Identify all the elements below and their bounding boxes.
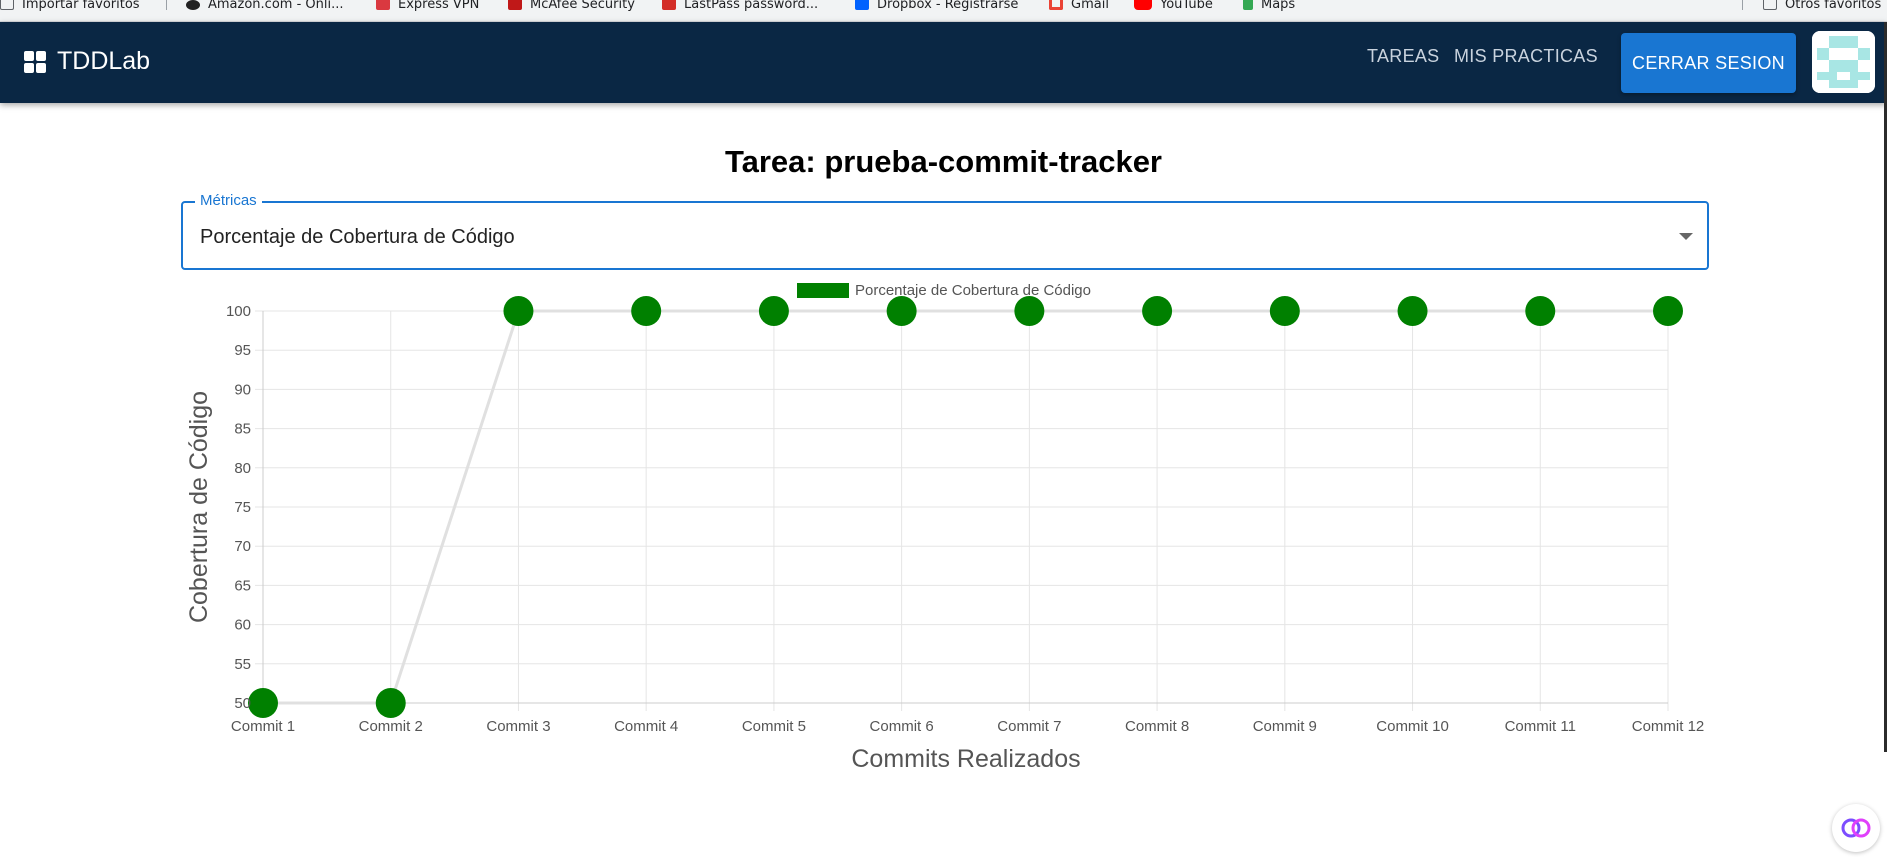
- x-tick-label: Commit 1: [231, 718, 295, 735]
- bookmark-label: Express VPN: [398, 0, 480, 12]
- gmail-icon: [1049, 0, 1063, 10]
- x-tick-label: Commit 9: [1253, 718, 1317, 735]
- bookmark-label: YouTube: [1160, 0, 1213, 12]
- y-axis-title: Cobertura de Código: [185, 391, 213, 623]
- expressvpn-icon: [376, 0, 390, 10]
- x-tick-label: Commit 3: [486, 718, 550, 735]
- x-tick-label: Commit 2: [359, 718, 423, 735]
- coverage-line-chart: 50 55 60 65 70 75 80 85 90 95 100 Commit 1 Commit 2…: [185, 282, 1704, 773]
- brand-name[interactable]: TDDLab: [57, 47, 150, 76]
- x-tick-label: Commit 5: [742, 718, 806, 735]
- identicon-icon: [1812, 31, 1875, 93]
- bookmark-import[interactable]: Importar favoritos: [0, 0, 140, 21]
- data-point: [1014, 296, 1045, 326]
- metrics-select[interactable]: Métricas Porcentaje de Cobertura de Códi…: [181, 192, 1709, 270]
- bookmark-mcafee[interactable]: McAfee Security: [508, 0, 635, 21]
- caret-down-icon[interactable]: [1679, 233, 1693, 240]
- metrics-select-label: Métricas: [195, 192, 262, 209]
- logout-button[interactable]: CERRAR SESION: [1621, 33, 1796, 93]
- y-tick-label: 55: [234, 656, 251, 673]
- bookmark-youtube[interactable]: YouTube: [1134, 0, 1213, 21]
- y-tick-label: 95: [234, 342, 251, 359]
- youtube-icon: [1134, 0, 1152, 10]
- data-point: [375, 688, 406, 718]
- bookmark-label: McAfee Security: [530, 0, 635, 12]
- bookmarks-bar: Importar favoritos Amazon.com - Onli... …: [0, 0, 1887, 22]
- y-tick-label: 60: [234, 617, 251, 634]
- y-tick-label: 90: [234, 381, 251, 398]
- data-point: [1653, 296, 1683, 326]
- amazon-icon: [186, 0, 200, 10]
- nav-mis-practicas[interactable]: MIS PRACTICAS: [1454, 46, 1598, 67]
- bookmarks-separator: [166, 0, 167, 10]
- y-tick-label: 100: [226, 303, 251, 320]
- bookmark-label: Gmail: [1071, 0, 1109, 12]
- bookmark-label: Dropbox - Registrarse: [877, 0, 1019, 12]
- x-tick-label: Commit 7: [997, 718, 1061, 735]
- brain-icon: [1841, 818, 1871, 838]
- x-tick-label: Commit 10: [1376, 718, 1449, 735]
- y-axis-ticks: 50 55 60 65 70 75 80 85 90 95 100: [226, 303, 251, 712]
- metrics-select-value: Porcentaje de Cobertura de Código: [200, 226, 515, 248]
- data-point: [248, 688, 278, 718]
- data-point: [503, 296, 534, 326]
- nav-tareas[interactable]: TAREAS: [1367, 46, 1439, 67]
- data-point: [886, 296, 917, 326]
- mcafee-icon: [508, 0, 522, 10]
- data-point: [1269, 296, 1300, 326]
- bookmark-expressvpn[interactable]: Express VPN: [376, 0, 480, 21]
- data-point: [1525, 296, 1556, 326]
- x-tick-label: Commit 11: [1505, 718, 1576, 735]
- folder-icon: [1763, 0, 1777, 10]
- bookmark-amazon[interactable]: Amazon.com - Onli...: [186, 0, 344, 21]
- chart-grid: [255, 310, 1669, 711]
- data-point: [1142, 296, 1173, 326]
- legend-label[interactable]: Porcentaje de Cobertura de Código: [855, 282, 1091, 299]
- bookmark-label: LastPass password...: [684, 0, 819, 12]
- maps-icon: [1243, 0, 1253, 10]
- data-point: [631, 296, 662, 326]
- y-tick-label: 70: [234, 538, 251, 555]
- avatar[interactable]: [1812, 31, 1875, 93]
- lastpass-icon: [662, 0, 676, 10]
- legend-swatch[interactable]: [797, 283, 849, 298]
- y-tick-label: 65: [234, 577, 251, 594]
- page-title: Tarea: prueba-commit-tracker: [724, 144, 1162, 179]
- data-point: [758, 296, 789, 326]
- x-tick-label: Commit 12: [1632, 718, 1705, 735]
- bookmark-label: Maps: [1261, 0, 1296, 12]
- bookmark-label: Amazon.com - Onli...: [208, 0, 344, 12]
- x-axis-title: Commits Realizados: [851, 745, 1080, 773]
- bookmark-gmail[interactable]: Gmail: [1049, 0, 1109, 21]
- bookmark-maps[interactable]: Maps: [1243, 0, 1296, 21]
- y-tick-label: 75: [234, 499, 251, 516]
- data-point: [1397, 296, 1428, 326]
- dropbox-icon: [855, 0, 869, 10]
- y-tick-label: 85: [234, 421, 251, 438]
- x-tick-label: Commit 4: [614, 718, 678, 735]
- bookmark-other-favorites[interactable]: Otros favoritos: [1763, 0, 1882, 21]
- bookmark-dropbox[interactable]: Dropbox - Registrarse: [855, 0, 1019, 21]
- x-axis-ticks: Commit 1 Commit 2 Commit 3 Commit 4 Commit 5…: [231, 718, 1704, 735]
- y-tick-label: 80: [234, 460, 251, 477]
- assistant-button[interactable]: [1832, 804, 1880, 852]
- app-header: TDDLab TAREAS MIS PRACTICAS CERRAR SESIO…: [0, 22, 1887, 103]
- x-tick-label: Commit 8: [1125, 718, 1189, 735]
- bookmark-label: Otros favoritos: [1785, 0, 1882, 12]
- dashboard-icon: [24, 51, 46, 73]
- y-tick-label: 50: [234, 695, 251, 712]
- bookmark-label: Importar favoritos: [22, 0, 140, 12]
- import-icon: [0, 0, 14, 10]
- chart-legend: Porcentaje de Cobertura de Código: [797, 282, 1091, 299]
- bookmark-lastpass[interactable]: LastPass password...: [662, 0, 819, 21]
- x-tick-label: Commit 6: [870, 718, 934, 735]
- bookmarks-separator: [1742, 0, 1743, 10]
